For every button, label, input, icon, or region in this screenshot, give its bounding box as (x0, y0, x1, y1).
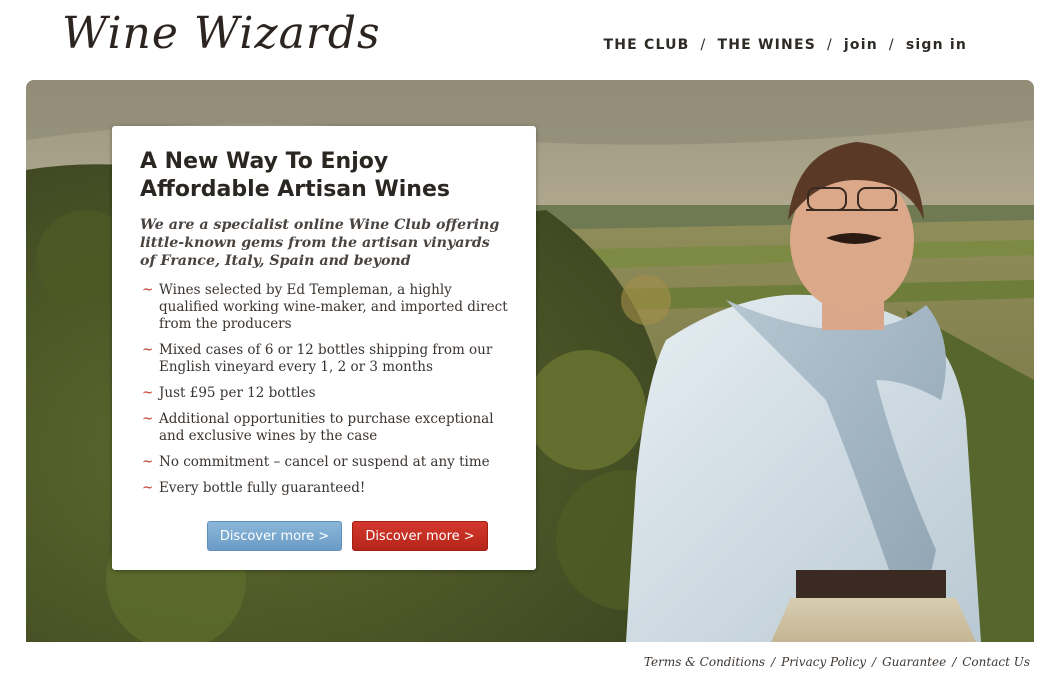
bullet-marker: ~ (142, 411, 154, 427)
footer-links: Terms & Conditions / Privacy Policy / Gu… (644, 655, 1030, 669)
feature-item: ~ Wines selected by Ed Templeman, a highl… (140, 282, 508, 333)
nav-the-club[interactable]: THE CLUB (604, 37, 690, 53)
discover-more-button-red[interactable]: Discover more > (352, 521, 488, 551)
hero-title-line-2: Affordable Artisan Wines (140, 177, 450, 202)
hero-title-line-1: A New Way To Enjoy (140, 149, 389, 174)
nav-separator: / (700, 37, 707, 53)
bullet-marker: ~ (142, 342, 154, 358)
feature-text: Just £95 per 12 bottles (159, 385, 316, 401)
footer-privacy-link[interactable]: Privacy Policy (781, 655, 866, 669)
footer-separator: / (952, 655, 957, 669)
logo[interactable]: Wine Wizards (62, 8, 381, 59)
footer-separator: / (872, 655, 877, 669)
feature-item: ~ Every bottle fully guaranteed! (140, 480, 508, 497)
feature-item: ~ No commitment – cancel or suspend at an… (140, 454, 508, 471)
footer-terms-link[interactable]: Terms & Conditions (644, 655, 765, 669)
feature-text: Mixed cases of 6 or 12 bottles shipping … (159, 342, 493, 375)
discover-more-button-blue[interactable]: Discover more > (207, 521, 342, 551)
footer-contact-link[interactable]: Contact Us (962, 655, 1030, 669)
feature-item: ~ Just £95 per 12 bottles (140, 385, 508, 402)
nav-separator: / (827, 37, 833, 53)
bullet-marker: ~ (142, 385, 154, 401)
top-navigation: THE CLUB / THE WINES / join / sign in (604, 37, 968, 53)
hero-title: A New Way To Enjoy Affordable Artisan Wi… (140, 148, 508, 204)
footer-separator: / (771, 655, 776, 669)
feature-item: ~ Additional opportunities to purchase ex… (140, 411, 508, 445)
feature-text: Wines selected by Ed Templeman, a highly… (159, 282, 508, 332)
feature-text: Every bottle fully guaranteed! (159, 480, 366, 496)
hero-card: A New Way To Enjoy Affordable Artisan Wi… (112, 126, 536, 570)
nav-join[interactable]: join (844, 37, 878, 53)
nav-separator: / (888, 37, 895, 53)
bullet-marker: ~ (142, 282, 154, 298)
feature-list: ~ Wines selected by Ed Templeman, a highl… (140, 282, 508, 497)
nav-the-wines[interactable]: THE WINES (717, 37, 816, 53)
feature-item: ~ Mixed cases of 6 or 12 bottles shipping… (140, 342, 508, 376)
feature-text: No commitment – cancel or suspend at any… (159, 454, 490, 470)
nav-sign-in[interactable]: sign in (906, 37, 967, 53)
bullet-marker: ~ (142, 480, 154, 496)
feature-text: Additional opportunities to purchase exc… (159, 411, 494, 444)
hero-intro: We are a specialist online Wine Club off… (140, 217, 500, 269)
footer-guarantee-link[interactable]: Guarantee (882, 655, 946, 669)
bullet-marker: ~ (142, 454, 154, 470)
